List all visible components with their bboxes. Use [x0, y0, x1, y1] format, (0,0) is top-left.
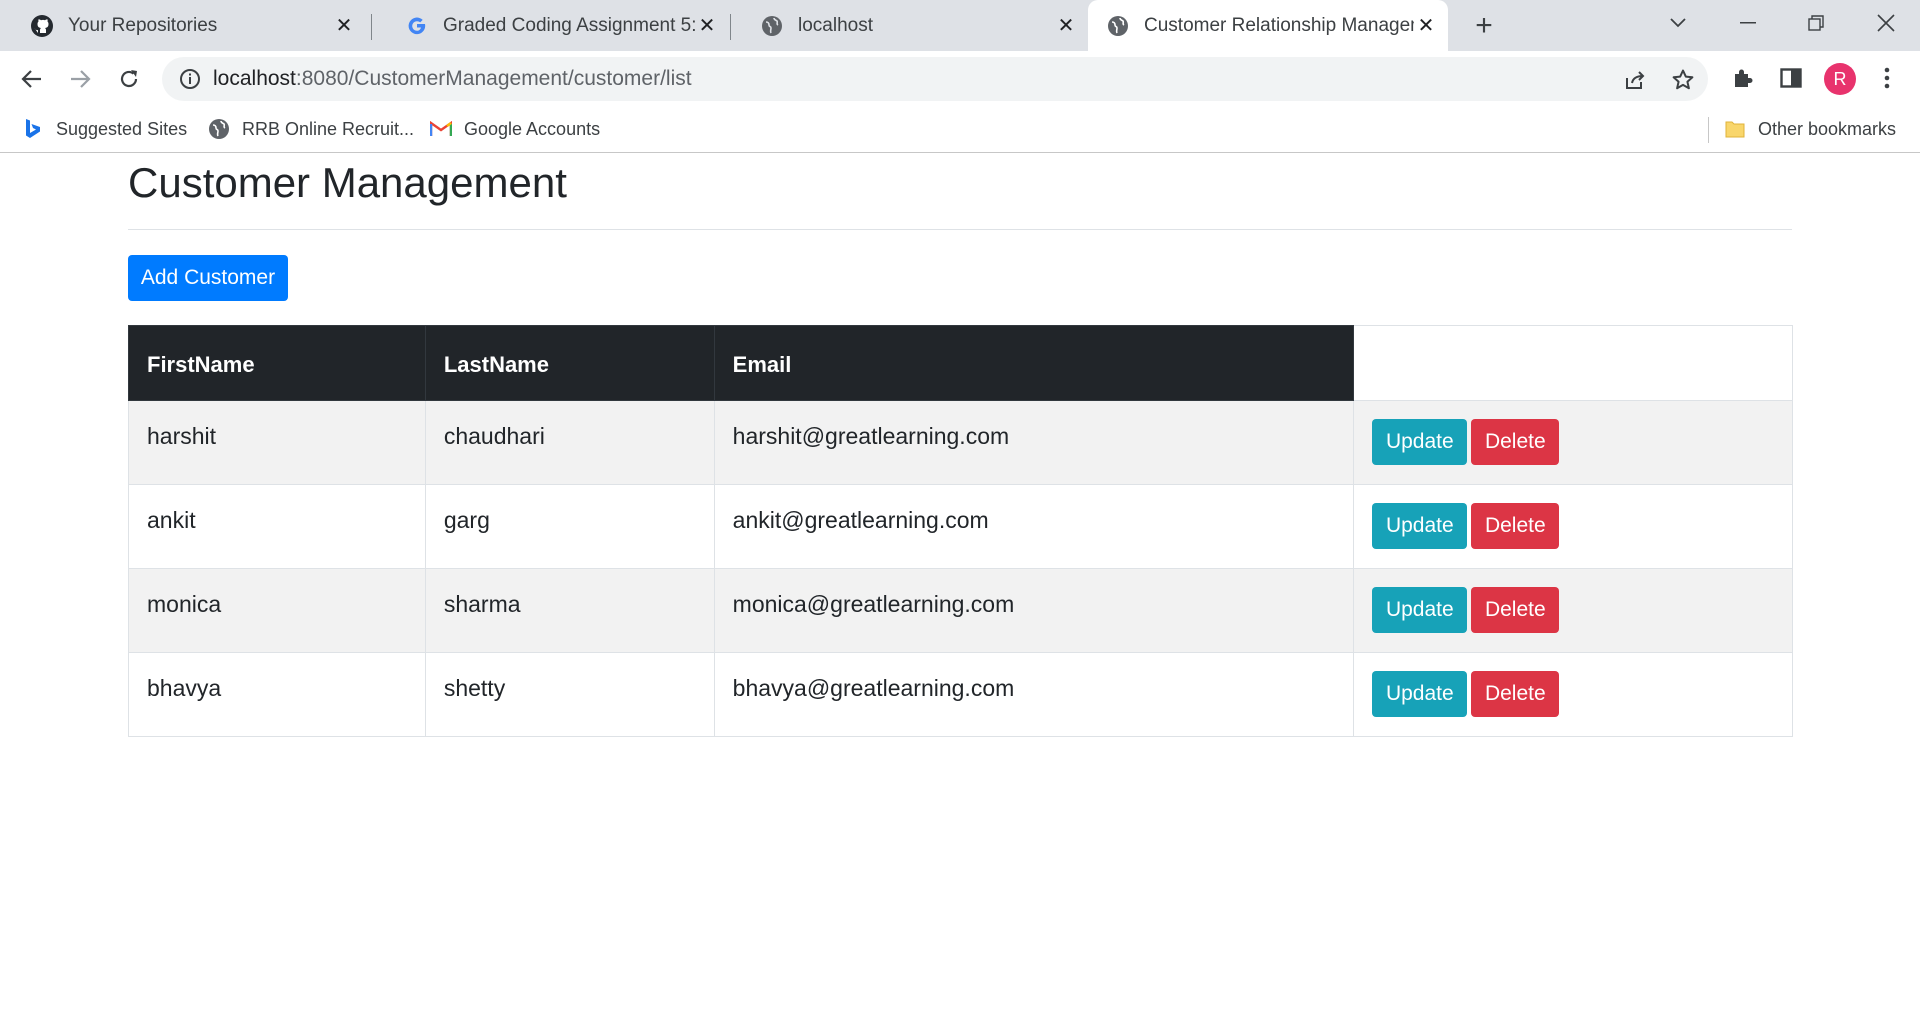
side-panel-icon[interactable] — [1776, 63, 1806, 93]
delete-button[interactable]: Delete — [1471, 419, 1560, 465]
table-header: FirstName LastName Email — [128, 325, 1793, 401]
back-icon[interactable] — [16, 63, 48, 95]
tab-search-chevron-icon[interactable] — [1660, 8, 1696, 38]
cell-lastname: chaudhari — [424, 400, 715, 485]
bing-icon — [22, 118, 44, 140]
table-row: bhavya shetty bhavya@greatlearning.com U… — [128, 652, 1793, 737]
cell-email: harshit@greatlearning.com — [713, 400, 1355, 485]
cell-actions: Update Delete — [1353, 652, 1793, 737]
url-path: :8080/CustomerManagement/customer/list — [295, 67, 692, 90]
cell-lastname: garg — [424, 484, 715, 569]
tab-title: localhost — [798, 14, 873, 36]
add-customer-button[interactable]: Add Customer — [128, 255, 288, 301]
tab-title: Your Repositories — [68, 14, 218, 36]
globe-icon — [208, 118, 230, 140]
customer-table: FirstName LastName Email harshit chaudha… — [128, 325, 1793, 737]
folder-icon — [1724, 118, 1746, 140]
cell-firstname: harshit — [128, 400, 426, 485]
update-button[interactable]: Update — [1372, 503, 1468, 549]
bookmark-suggested-sites[interactable]: Suggested Sites — [22, 115, 187, 143]
cell-actions: Update Delete — [1353, 568, 1793, 653]
cell-actions: Update Delete — [1353, 400, 1793, 485]
delete-button[interactable]: Delete — [1471, 671, 1560, 717]
close-icon[interactable]: ✕ — [1414, 14, 1438, 38]
restore-icon[interactable] — [1798, 8, 1834, 38]
table-row: monica sharma monica@greatlearning.com U… — [128, 568, 1793, 653]
close-icon[interactable]: ✕ — [1054, 14, 1078, 38]
table-row: harshit chaudhari harshit@greatlearning.… — [128, 400, 1793, 485]
column-header-firstname: FirstName — [128, 325, 426, 401]
page-content: Customer Management Add Customer FirstNa… — [0, 154, 1920, 1020]
cell-lastname: shetty — [424, 652, 715, 737]
minimize-icon[interactable] — [1730, 8, 1766, 38]
tab-separator — [371, 14, 372, 40]
column-header-actions — [1353, 325, 1793, 401]
forward-icon[interactable] — [64, 63, 96, 95]
divider — [128, 229, 1792, 230]
profile-avatar[interactable]: R — [1824, 63, 1856, 95]
update-button[interactable]: Update — [1372, 671, 1468, 717]
cell-lastname: sharma — [424, 568, 715, 653]
browser-toolbar: localhost:8080/CustomerManagement/custom… — [0, 51, 1920, 105]
cell-email: bhavya@greatlearning.com — [713, 652, 1355, 737]
cell-firstname: monica — [128, 568, 426, 653]
menu-kebab-icon[interactable] — [1872, 63, 1902, 93]
github-icon — [30, 14, 54, 38]
gmail-icon — [430, 118, 452, 140]
cell-email: monica@greatlearning.com — [713, 568, 1355, 653]
bookmarks-bar: Suggested Sites RRB Online Recruit... Go… — [0, 105, 1920, 153]
update-button[interactable]: Update — [1372, 419, 1468, 465]
reload-icon[interactable] — [113, 63, 145, 95]
tab-title: Customer Relationship Managem — [1144, 14, 1414, 36]
close-icon[interactable]: ✕ — [695, 14, 719, 38]
cell-email: ankit@greatlearning.com — [713, 484, 1355, 569]
update-button[interactable]: Update — [1372, 587, 1468, 633]
tab-strip: Your Repositories ✕ Graded Coding Assign… — [0, 0, 1920, 51]
close-window-icon[interactable] — [1868, 8, 1904, 38]
tab-title: Graded Coding Assignment 5: Ba — [443, 14, 695, 36]
tab-localhost[interactable]: localhost ✕ — [730, 0, 1088, 51]
delete-button[interactable]: Delete — [1471, 587, 1560, 633]
delete-button[interactable]: Delete — [1471, 503, 1560, 549]
bookmark-star-icon[interactable] — [1670, 67, 1696, 93]
globe-icon — [1106, 14, 1130, 38]
cell-firstname: ankit — [128, 484, 426, 569]
globe-icon — [760, 14, 784, 38]
address-bar[interactable]: localhost:8080/CustomerManagement/custom… — [162, 57, 1708, 101]
bookmark-label: Google Accounts — [464, 118, 601, 139]
bookmark-label: Suggested Sites — [56, 118, 188, 139]
cell-actions: Update Delete — [1353, 484, 1793, 569]
column-header-email: Email — [713, 325, 1355, 401]
info-icon[interactable] — [178, 67, 202, 91]
cell-firstname: bhavya — [128, 652, 426, 737]
new-tab-icon[interactable]: + — [1468, 9, 1500, 42]
google-icon — [405, 14, 429, 38]
page-title: Customer Management — [128, 159, 567, 206]
bookmarks-separator — [1708, 117, 1709, 143]
tab-customer-relationship[interactable]: Customer Relationship Managem ✕ — [1088, 0, 1448, 51]
tab-graded-coding-assignment[interactable]: Graded Coding Assignment 5: Ba ✕ — [375, 0, 729, 51]
close-icon[interactable]: ✕ — [332, 14, 356, 38]
other-bookmarks-label: Other bookmarks — [1758, 118, 1897, 139]
bookmark-google-accounts[interactable]: Google Accounts — [430, 115, 600, 143]
bookmark-label: RRB Online Recruit... — [242, 118, 415, 139]
extensions-icon[interactable] — [1728, 63, 1758, 93]
other-bookmarks[interactable]: Other bookmarks — [1724, 115, 1896, 143]
url-host: localhost — [213, 67, 296, 90]
tab-your-repositories[interactable]: Your Repositories ✕ — [0, 0, 366, 51]
url-text: localhost:8080/CustomerManagement/custom… — [213, 67, 692, 91]
share-icon[interactable] — [1622, 67, 1648, 93]
table-row: ankit garg ankit@greatlearning.com Updat… — [128, 484, 1793, 569]
column-header-lastname: LastName — [424, 325, 715, 401]
bookmark-rrb-online[interactable]: RRB Online Recruit... — [208, 115, 414, 143]
